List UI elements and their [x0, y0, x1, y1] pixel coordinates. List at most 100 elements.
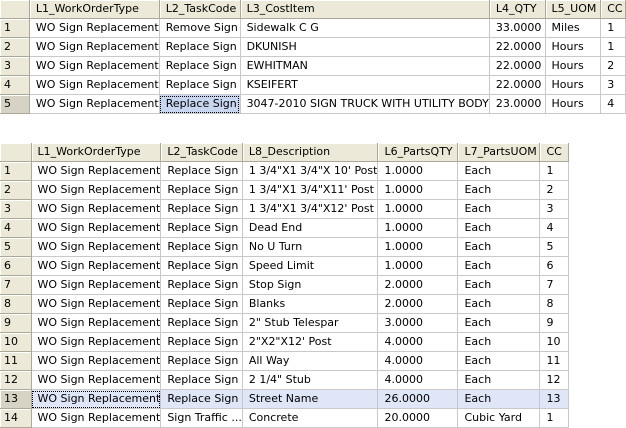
row-number[interactable]: 3: [0, 56, 30, 76]
table-cell[interactable]: Hours: [545, 75, 602, 95]
table-cell[interactable]: 13: [539, 389, 570, 409]
table-cell[interactable]: 4: [539, 218, 570, 238]
column-header[interactable]: L7_PartsUOM: [457, 143, 541, 162]
row-number[interactable]: 3: [0, 199, 32, 219]
table-cell[interactable]: 1: [539, 408, 570, 428]
table-row[interactable]: 8 WO Sign Replacement Replace Sign Blanks 2.…: [0, 294, 570, 314]
table-cell[interactable]: Hours: [545, 56, 602, 76]
table-cell[interactable]: Replace Sign: [160, 256, 243, 276]
column-header[interactable]: L1_WorkOrderType: [29, 0, 160, 19]
table-cell[interactable]: 1.0000: [377, 237, 459, 257]
table-cell[interactable]: 10: [539, 332, 570, 352]
row-number[interactable]: 14: [0, 408, 32, 428]
table-cell[interactable]: Sign Traffic ...: [160, 408, 243, 428]
table-cell[interactable]: Replace Sign: [160, 313, 243, 333]
table-row[interactable]: 4 WO Sign Replacement Replace Sign Dead End…: [0, 218, 570, 238]
table-cell[interactable]: Concrete: [242, 408, 379, 428]
table-cell[interactable]: Blanks: [242, 294, 379, 314]
table-row[interactable]: 12 WO Sign Replacement Replace Sign 2 1/4" …: [0, 370, 570, 390]
column-header[interactable]: L2_TaskCode: [159, 0, 241, 19]
table-cell[interactable]: 2.0000: [377, 294, 459, 314]
table-cell[interactable]: Replace Sign: [160, 370, 243, 390]
table-cell[interactable]: 3: [600, 75, 626, 95]
table-cell[interactable]: Hours: [545, 37, 602, 57]
table-cell[interactable]: Replace Sign: [160, 294, 243, 314]
table-cell[interactable]: Each: [457, 389, 541, 409]
table-cell[interactable]: 2 1/4" Stub: [242, 370, 379, 390]
table-cell[interactable]: Sidewalk C G: [240, 18, 490, 38]
table-row[interactable]: 13 WO Sign Replacement Replace Sign Street …: [0, 389, 570, 409]
table-cell[interactable]: WO Sign Replacement: [31, 218, 162, 238]
table-cell[interactable]: DKUNISH: [240, 37, 490, 57]
table-cell[interactable]: Replace Sign: [160, 351, 243, 371]
column-header[interactable]: L6_PartsQTY: [377, 143, 459, 162]
table-cell[interactable]: WO Sign Replacement: [29, 37, 160, 57]
table-cell[interactable]: 4: [600, 94, 626, 114]
table-cell[interactable]: 5: [539, 237, 570, 257]
table-row[interactable]: 1 WO Sign Replacement Remove Sign Sidewalk …: [0, 18, 626, 38]
column-header[interactable]: L3_CostItem: [240, 0, 490, 19]
table-row[interactable]: 10 WO Sign Replacement Replace Sign 2"X2"X1…: [0, 332, 570, 352]
table-row[interactable]: 9 WO Sign Replacement Replace Sign 2" Stub …: [0, 313, 570, 333]
row-number[interactable]: 5: [0, 237, 32, 257]
table-row[interactable]: 1 WO Sign Replacement Replace Sign 1 3/4"X1…: [0, 161, 570, 181]
column-header[interactable]: CC: [600, 0, 626, 19]
table-cell[interactable]: 22.0000: [489, 75, 546, 95]
row-number[interactable]: 2: [0, 180, 32, 200]
table-cell[interactable]: 2.0000: [377, 275, 459, 295]
table-cell[interactable]: 22.0000: [489, 37, 546, 57]
column-header[interactable]: L4_QTY: [489, 0, 546, 19]
table-row[interactable]: 5 WO Sign Replacement Replace Sign 3047-201…: [0, 94, 626, 114]
table-cell[interactable]: Each: [457, 161, 541, 181]
table-cell[interactable]: Replace Sign: [160, 180, 243, 200]
table-cell[interactable]: 20.0000: [377, 408, 459, 428]
table-cell[interactable]: WO Sign Replacement: [29, 75, 160, 95]
table-row[interactable]: 5 WO Sign Replacement Replace Sign No U Tur…: [0, 237, 570, 257]
table-cell[interactable]: Each: [457, 313, 541, 333]
table-cell[interactable]: 2: [600, 56, 626, 76]
table-cell[interactable]: 3: [539, 199, 570, 219]
table-cell[interactable]: Replace Sign: [160, 199, 243, 219]
row-header-corner[interactable]: [0, 143, 32, 162]
table-cell[interactable]: Replace Sign: [159, 37, 241, 57]
table-cell[interactable]: 7: [539, 275, 570, 295]
table-cell[interactable]: Replace Sign: [160, 218, 243, 238]
table-row[interactable]: 7 WO Sign Replacement Replace Sign Stop Sig…: [0, 275, 570, 295]
table-cell[interactable]: 1.0000: [377, 180, 459, 200]
table-cell[interactable]: 9: [539, 313, 570, 333]
table-cell[interactable]: WO Sign Replacement: [29, 56, 160, 76]
table-cell[interactable]: WO Sign Replacement: [31, 161, 162, 181]
table-cell[interactable]: WO Sign Replacement: [31, 351, 162, 371]
row-number[interactable]: 12: [0, 370, 32, 390]
table-cell[interactable]: Each: [457, 180, 541, 200]
table-cell[interactable]: 6: [539, 256, 570, 276]
table-cell[interactable]: 1: [539, 161, 570, 181]
row-number[interactable]: 6: [0, 256, 32, 276]
table-cell[interactable]: Replace Sign: [159, 94, 241, 114]
table-cell[interactable]: Each: [457, 332, 541, 352]
table-cell[interactable]: Speed Limit: [242, 256, 379, 276]
table-cell[interactable]: Each: [457, 256, 541, 276]
table-cell[interactable]: Replace Sign: [160, 389, 243, 409]
table-cell[interactable]: Replace Sign: [160, 237, 243, 257]
row-number[interactable]: 2: [0, 37, 30, 57]
table-row[interactable]: 4 WO Sign Replacement Replace Sign KSEIFERT…: [0, 75, 626, 95]
table-cell[interactable]: WO Sign Replacement: [29, 94, 160, 114]
table-cell[interactable]: WO Sign Replacement: [31, 294, 162, 314]
column-header[interactable]: L2_TaskCode: [160, 143, 243, 162]
table-cell[interactable]: Each: [457, 237, 541, 257]
table-cell[interactable]: 4.0000: [377, 351, 459, 371]
table-row[interactable]: 11 WO Sign Replacement Replace Sign All Way…: [0, 351, 570, 371]
table-cell[interactable]: Replace Sign: [159, 56, 241, 76]
table-cell[interactable]: 1.0000: [377, 256, 459, 276]
table-cell[interactable]: WO Sign Replacement: [31, 256, 162, 276]
column-header[interactable]: L1_WorkOrderType: [31, 143, 162, 162]
table-cell[interactable]: Hours: [545, 94, 602, 114]
table-cell[interactable]: Replace Sign: [160, 275, 243, 295]
table-row[interactable]: 3 WO Sign Replacement Replace Sign 1 3/4"X1…: [0, 199, 570, 219]
column-header[interactable]: CC: [539, 143, 570, 162]
table-cell[interactable]: Each: [457, 199, 541, 219]
row-number[interactable]: 4: [0, 218, 32, 238]
table-cell[interactable]: WO Sign Replacement: [31, 199, 162, 219]
row-number[interactable]: 8: [0, 294, 32, 314]
